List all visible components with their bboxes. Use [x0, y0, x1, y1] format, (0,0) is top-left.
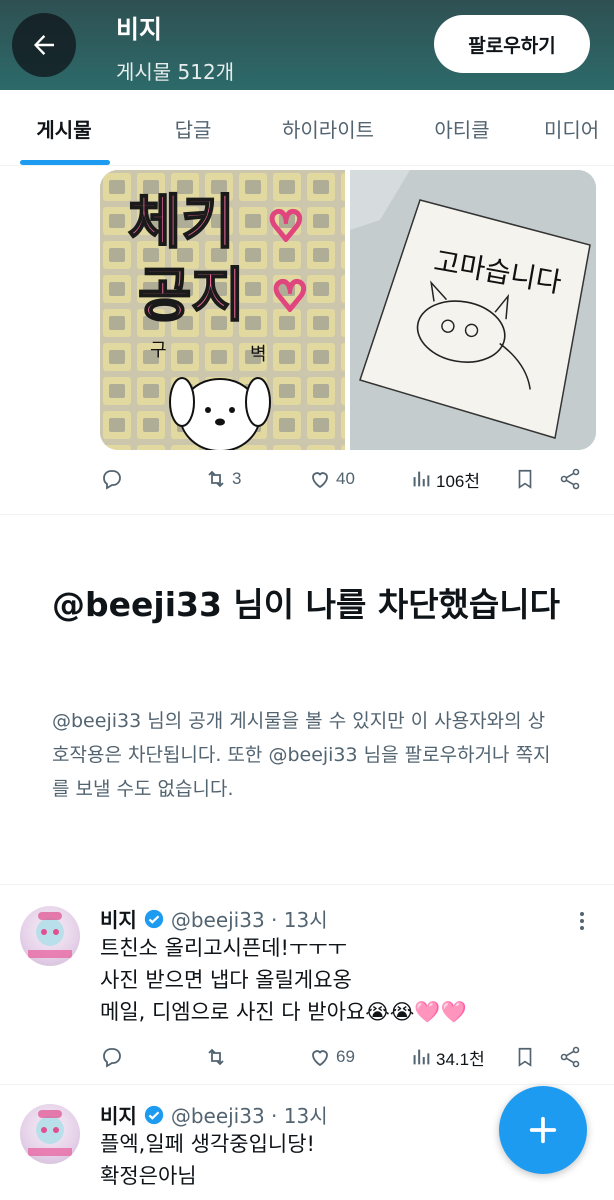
- tweet-header: 비지 @beeji33 · 13시: [100, 1100, 328, 1129]
- like-button[interactable]: 40: [308, 464, 355, 494]
- profile-tabs: 게시물 답글 하이라이트 아티클 미디어: [0, 90, 614, 166]
- tweet-text: 트친소 올리고시픈데!ㅜㅜㅜ 사진 받으면 냅다 올릴게요옹 메일, 디엠으로 …: [100, 936, 467, 1024]
- retweet-button[interactable]: 3: [204, 464, 241, 494]
- tab-posts[interactable]: 게시물: [16, 90, 112, 166]
- back-button[interactable]: [12, 13, 76, 77]
- svg-text:공지: 공지: [138, 261, 245, 329]
- views-button[interactable]: 34.1천: [410, 1042, 485, 1072]
- bookmark-button[interactable]: [514, 1042, 536, 1072]
- follow-button[interactable]: 팔로우하기: [434, 15, 590, 73]
- bookmark-icon: [518, 469, 532, 489]
- media-image-thanks[interactable]: 고마습니다: [350, 170, 596, 450]
- active-tab-indicator: [20, 160, 110, 165]
- views-chart-icon: [413, 471, 430, 487]
- author-name[interactable]: 비지: [100, 904, 137, 933]
- like-button[interactable]: 69: [308, 1042, 355, 1072]
- share-button[interactable]: [558, 1042, 582, 1072]
- block-notice-description: @beeji33 님의 공개 게시물을 볼 수 있지만 이 사용자와의 상호작용…: [52, 710, 551, 800]
- retweet-button[interactable]: [204, 1042, 232, 1072]
- divider: [0, 1084, 614, 1085]
- media-grid[interactable]: 체키 ♡ 공지 ♡ 구 벽 고마습니다: [100, 170, 596, 450]
- reply-button[interactable]: [100, 1042, 128, 1072]
- tweet-header: 비지 @beeji33 · 13시: [100, 904, 328, 933]
- thanks-illustration: 고마습니다: [350, 170, 596, 450]
- svg-text:벽: 벽: [250, 344, 267, 365]
- verified-badge-icon: [144, 1105, 163, 1124]
- author-handle[interactable]: @beeji33 · 13시: [171, 904, 328, 933]
- share-icon: [560, 468, 580, 490]
- svg-text:♡: ♡: [268, 204, 304, 250]
- svg-text:구: 구: [150, 340, 167, 361]
- heart-icon: [312, 1050, 328, 1067]
- avatar[interactable]: [20, 1104, 80, 1164]
- divider: [0, 514, 614, 515]
- views-chart-icon: [413, 1049, 430, 1065]
- tab-media[interactable]: 미디어: [544, 90, 614, 166]
- avatar-image: [28, 912, 72, 958]
- media-image-notice[interactable]: 체키 ♡ 공지 ♡ 구 벽: [100, 170, 345, 450]
- svg-text:♡: ♡: [272, 274, 308, 320]
- plus-icon: [529, 1116, 557, 1144]
- reply-icon: [103, 1048, 121, 1068]
- reply-icon: [103, 470, 121, 490]
- tab-articles[interactable]: 아티클: [418, 90, 506, 166]
- share-icon: [560, 1046, 580, 1068]
- compose-button[interactable]: [499, 1086, 587, 1174]
- tweet-actions: 69 34.1천: [100, 1042, 590, 1072]
- verified-badge-icon: [144, 909, 163, 928]
- tab-replies[interactable]: 답글: [150, 90, 236, 166]
- retweet-icon: [208, 470, 224, 488]
- author-name[interactable]: 비지: [100, 1100, 137, 1129]
- notice-illustration: 체키 ♡ 공지 ♡ 구 벽: [100, 170, 345, 450]
- profile-name: 비지: [116, 15, 163, 44]
- svg-text:체키: 체키: [128, 188, 235, 256]
- arrow-left-icon: [34, 35, 54, 55]
- retweet-icon: [208, 1048, 224, 1066]
- post-actions: 3 40 106천: [100, 464, 590, 494]
- avatar[interactable]: [20, 906, 80, 966]
- profile-header: 비지 게시물 512개 팔로우하기: [0, 0, 614, 90]
- avatar-image: [28, 1110, 72, 1156]
- bookmark-icon: [518, 1047, 532, 1067]
- author-handle[interactable]: @beeji33 · 13시: [171, 1100, 328, 1129]
- reply-button[interactable]: [100, 464, 128, 494]
- block-notice-title: @beeji33 님이 나를 차단했습니다: [52, 585, 560, 624]
- post-count: 게시물 512개: [116, 60, 235, 84]
- share-button[interactable]: [558, 464, 582, 494]
- heart-icon: [312, 472, 328, 489]
- divider: [0, 884, 614, 885]
- tab-highlights[interactable]: 하이라이트: [264, 90, 392, 166]
- bookmark-button[interactable]: [514, 464, 536, 494]
- views-button[interactable]: 106천: [410, 464, 480, 494]
